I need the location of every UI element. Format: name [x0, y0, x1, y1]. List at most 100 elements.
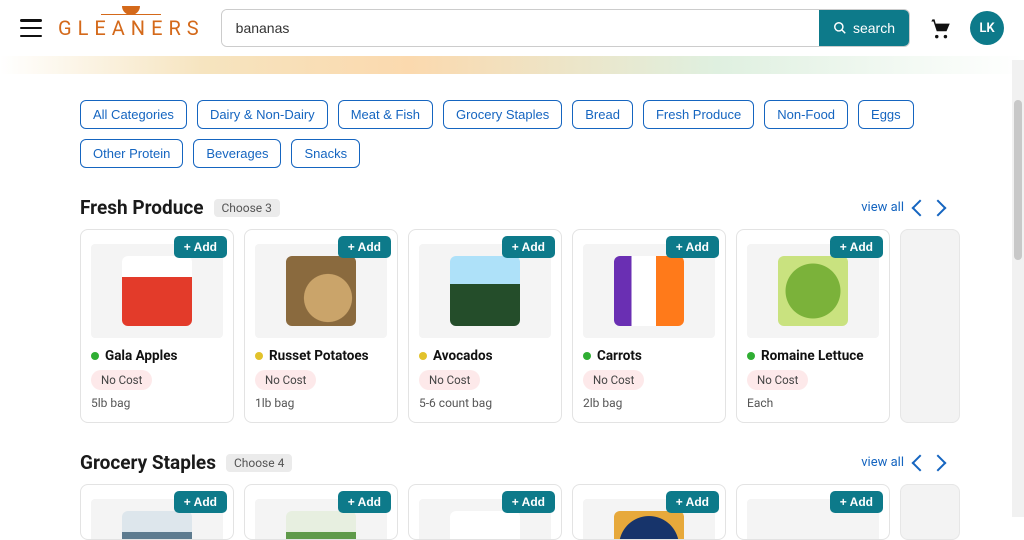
add-button[interactable]: + Add — [502, 236, 555, 258]
add-button[interactable]: + Add — [830, 236, 883, 258]
category-chip[interactable]: Eggs — [858, 100, 914, 129]
product-image — [778, 511, 848, 540]
product-unit: Each — [747, 396, 879, 410]
product-unit: 5lb bag — [91, 396, 223, 410]
product-card[interactable]: + Add — [572, 484, 726, 540]
status-dot-icon — [255, 352, 263, 360]
product-name: Gala Apples — [91, 348, 223, 364]
app-header: GLEANERS search LK — [0, 0, 1024, 56]
product-thumbnail — [255, 244, 387, 338]
category-chip[interactable]: Other Protein — [80, 139, 183, 168]
chevron-left-icon[interactable] — [912, 454, 929, 471]
vertical-scrollbar[interactable] — [1012, 60, 1024, 517]
logo-bowl-icon — [122, 6, 140, 15]
cost-pill: No Cost — [419, 370, 480, 390]
chevron-left-icon[interactable] — [912, 199, 929, 216]
main-content: All Categories Dairy & Non-Dairy Meat & Fi… — [0, 100, 1024, 540]
product-card[interactable]: + Add Gala Apples No Cost 5lb bag — [80, 229, 234, 423]
menu-icon[interactable] — [20, 19, 42, 37]
product-card[interactable]: + Add — [408, 484, 562, 540]
category-chip[interactable]: Dairy & Non-Dairy — [197, 100, 328, 129]
product-unit: 2lb bag — [583, 396, 715, 410]
category-chip[interactable]: Snacks — [291, 139, 360, 168]
add-button[interactable]: + Add — [666, 491, 719, 513]
product-card[interactable]: + Add Romaine Lettuce No Cost Each — [736, 229, 890, 423]
category-chip[interactable]: Grocery Staples — [443, 100, 562, 129]
avatar-initials: LK — [979, 21, 994, 36]
product-image — [122, 256, 192, 326]
scrollbar-thumb[interactable] — [1014, 100, 1022, 260]
brand-logo[interactable]: GLEANERS — [58, 16, 205, 40]
product-row: + Add + Add + Add + Add + Add — [80, 484, 944, 540]
search-button-label: search — [853, 20, 895, 36]
search-bar: search — [221, 9, 910, 47]
category-chip[interactable]: All Categories — [80, 100, 187, 129]
product-image — [614, 511, 684, 540]
product-thumbnail — [91, 244, 223, 338]
chevron-right-icon[interactable] — [930, 454, 947, 471]
product-unit: 1lb bag — [255, 396, 387, 410]
add-button[interactable]: + Add — [502, 491, 555, 513]
cost-pill: No Cost — [583, 370, 644, 390]
product-image — [450, 256, 520, 326]
product-thumbnail — [747, 244, 879, 338]
product-image — [286, 511, 356, 540]
product-image — [122, 511, 192, 540]
add-button[interactable]: + Add — [338, 236, 391, 258]
product-name: Russet Potatoes — [255, 348, 387, 364]
category-chip[interactable]: Meat & Fish — [338, 100, 433, 129]
product-card[interactable]: + Add Russet Potatoes No Cost 1lb bag — [244, 229, 398, 423]
product-image — [614, 256, 684, 326]
product-card[interactable]: + Add Carrots No Cost 2lb bag — [572, 229, 726, 423]
status-dot-icon — [419, 352, 427, 360]
add-button[interactable]: + Add — [174, 491, 227, 513]
section-title: Grocery Staples — [80, 451, 216, 474]
view-all-link[interactable]: view all — [861, 455, 904, 470]
cart-icon[interactable] — [926, 15, 954, 41]
product-name: Carrots — [583, 348, 715, 364]
add-button[interactable]: + Add — [666, 236, 719, 258]
view-all-link[interactable]: view all — [861, 200, 904, 215]
category-chip[interactable]: Fresh Produce — [643, 100, 754, 129]
product-unit: 5-6 count bag — [419, 396, 551, 410]
search-button[interactable]: search — [819, 10, 909, 46]
section-title: Fresh Produce — [80, 196, 204, 219]
product-card[interactable]: + Add — [736, 484, 890, 540]
product-thumbnail — [419, 244, 551, 338]
product-name: Avocados — [419, 348, 551, 364]
category-chip-row: All Categories Dairy & Non-Dairy Meat & Fi… — [80, 100, 944, 168]
product-image — [778, 256, 848, 326]
product-image — [450, 511, 520, 540]
product-card[interactable]: + Add Avocados No Cost 5-6 count bag — [408, 229, 562, 423]
product-thumbnail — [583, 244, 715, 338]
cost-pill: No Cost — [91, 370, 152, 390]
product-name: Romaine Lettuce — [747, 348, 879, 364]
product-card-peek[interactable] — [900, 484, 960, 540]
category-chip[interactable]: Beverages — [193, 139, 281, 168]
product-card[interactable]: + Add — [80, 484, 234, 540]
section-header: Grocery Staples Choose 4 view all — [80, 451, 944, 474]
chevron-right-icon[interactable] — [930, 199, 947, 216]
section-header: Fresh Produce Choose 3 view all — [80, 196, 944, 219]
product-image — [286, 256, 356, 326]
logo-text: GLEANERS — [58, 16, 205, 40]
search-icon — [833, 21, 847, 35]
product-card[interactable]: + Add — [244, 484, 398, 540]
category-chip[interactable]: Bread — [572, 100, 633, 129]
status-dot-icon — [583, 352, 591, 360]
product-row: + Add Gala Apples No Cost 5lb bag + Add … — [80, 229, 944, 423]
decorative-band — [0, 56, 1024, 74]
choose-badge: Choose 4 — [226, 454, 292, 472]
product-card-peek[interactable] — [900, 229, 960, 423]
add-button[interactable]: + Add — [830, 491, 883, 513]
avatar[interactable]: LK — [970, 11, 1004, 45]
add-button[interactable]: + Add — [174, 236, 227, 258]
status-dot-icon — [91, 352, 99, 360]
choose-badge: Choose 3 — [214, 199, 280, 217]
add-button[interactable]: + Add — [338, 491, 391, 513]
cost-pill: No Cost — [255, 370, 316, 390]
search-input[interactable] — [222, 10, 819, 46]
category-chip[interactable]: Non-Food — [764, 100, 848, 129]
status-dot-icon — [747, 352, 755, 360]
cost-pill: No Cost — [747, 370, 808, 390]
